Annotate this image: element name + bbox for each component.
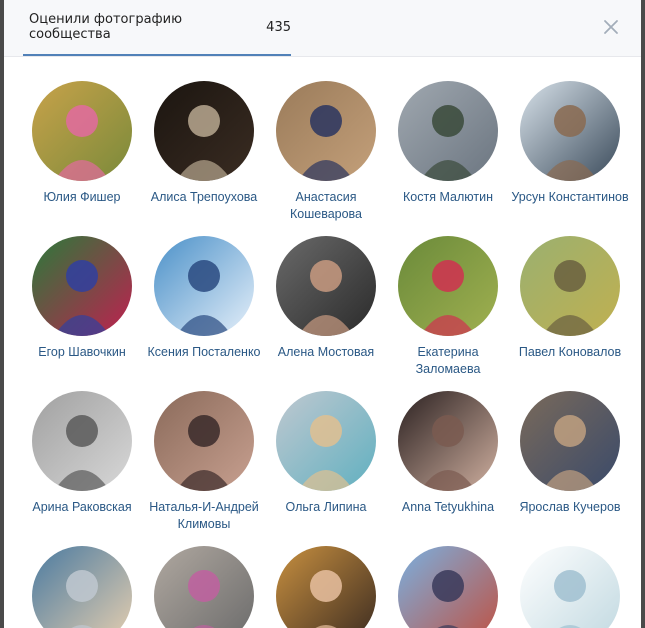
person-item[interactable]: [143, 546, 265, 628]
avatar[interactable]: [32, 391, 132, 491]
avatar[interactable]: [520, 236, 620, 336]
person-item[interactable]: Урсун Константинов: [509, 81, 631, 206]
person-item[interactable]: Анастасия Кошеварова: [265, 81, 387, 223]
avatar[interactable]: [520, 391, 620, 491]
person-name[interactable]: Егор Шавочкин: [21, 344, 143, 361]
person-name[interactable]: Екатерина Заломаева: [387, 344, 509, 378]
person-name[interactable]: Павел Коновалов: [509, 344, 631, 361]
avatar[interactable]: [398, 81, 498, 181]
person-name[interactable]: Ярослав Кучеров: [509, 499, 631, 516]
person-item[interactable]: Ольга Липина: [265, 391, 387, 516]
person-name[interactable]: Ксения Посталенко: [143, 344, 265, 361]
avatar[interactable]: [276, 81, 376, 181]
avatar[interactable]: [154, 546, 254, 628]
likes-count: 435: [266, 19, 291, 35]
person-item[interactable]: [265, 546, 387, 628]
tab-title: Оценили фотографию сообщества: [29, 12, 183, 42]
person-name[interactable]: Арина Раковская: [21, 499, 143, 516]
tab-liked-photo[interactable]: Оценили фотографию сообщества 435: [23, 0, 291, 56]
person-name[interactable]: Анастасия Кошеварова: [265, 189, 387, 223]
person-name[interactable]: Урсун Константинов: [509, 189, 631, 206]
avatar[interactable]: [32, 546, 132, 628]
person-item[interactable]: Наталья-И-Андрей Климовы: [143, 391, 265, 533]
person-item[interactable]: Алена Мостовая: [265, 236, 387, 361]
person-item[interactable]: [509, 546, 631, 628]
avatar[interactable]: [32, 236, 132, 336]
avatar[interactable]: [276, 391, 376, 491]
person-item[interactable]: [387, 546, 509, 628]
person-name[interactable]: Anna Tetyukhina: [387, 499, 509, 516]
avatar[interactable]: [276, 546, 376, 628]
person-item[interactable]: Арина Раковская: [21, 391, 143, 516]
person-item[interactable]: Екатерина Заломаева: [387, 236, 509, 378]
avatar[interactable]: [520, 546, 620, 628]
person-item[interactable]: Алиса Трепоухова: [143, 81, 265, 206]
avatar[interactable]: [32, 81, 132, 181]
avatar[interactable]: [398, 391, 498, 491]
avatar[interactable]: [398, 236, 498, 336]
person-name[interactable]: Наталья-И-Андрей Климовы: [143, 499, 265, 533]
person-item[interactable]: Юлия Фишер: [21, 81, 143, 206]
modal-header: Оценили фотографию сообщества 435: [4, 0, 641, 57]
close-icon[interactable]: [603, 19, 619, 35]
person-name[interactable]: Юлия Фишер: [21, 189, 143, 206]
person-item[interactable]: Anna Tetyukhina: [387, 391, 509, 516]
avatar[interactable]: [154, 236, 254, 336]
person-item[interactable]: Костя Малютин: [387, 81, 509, 206]
person-item[interactable]: Ярослав Кучеров: [509, 391, 631, 516]
person-name[interactable]: Алена Мостовая: [265, 344, 387, 361]
person-name[interactable]: Ольга Липина: [265, 499, 387, 516]
avatar[interactable]: [276, 236, 376, 336]
avatar[interactable]: [154, 391, 254, 491]
person-name[interactable]: Костя Малютин: [387, 189, 509, 206]
avatar[interactable]: [154, 81, 254, 181]
person-item[interactable]: Егор Шавочкин: [21, 236, 143, 361]
person-item[interactable]: Павел Коновалов: [509, 236, 631, 361]
avatar[interactable]: [520, 81, 620, 181]
person-item[interactable]: [21, 546, 143, 628]
person-item[interactable]: Ксения Посталенко: [143, 236, 265, 361]
person-name[interactable]: Алиса Трепоухова: [143, 189, 265, 206]
avatar[interactable]: [398, 546, 498, 628]
likes-modal: Оценили фотографию сообщества 435 Юлия Ф…: [4, 0, 641, 628]
